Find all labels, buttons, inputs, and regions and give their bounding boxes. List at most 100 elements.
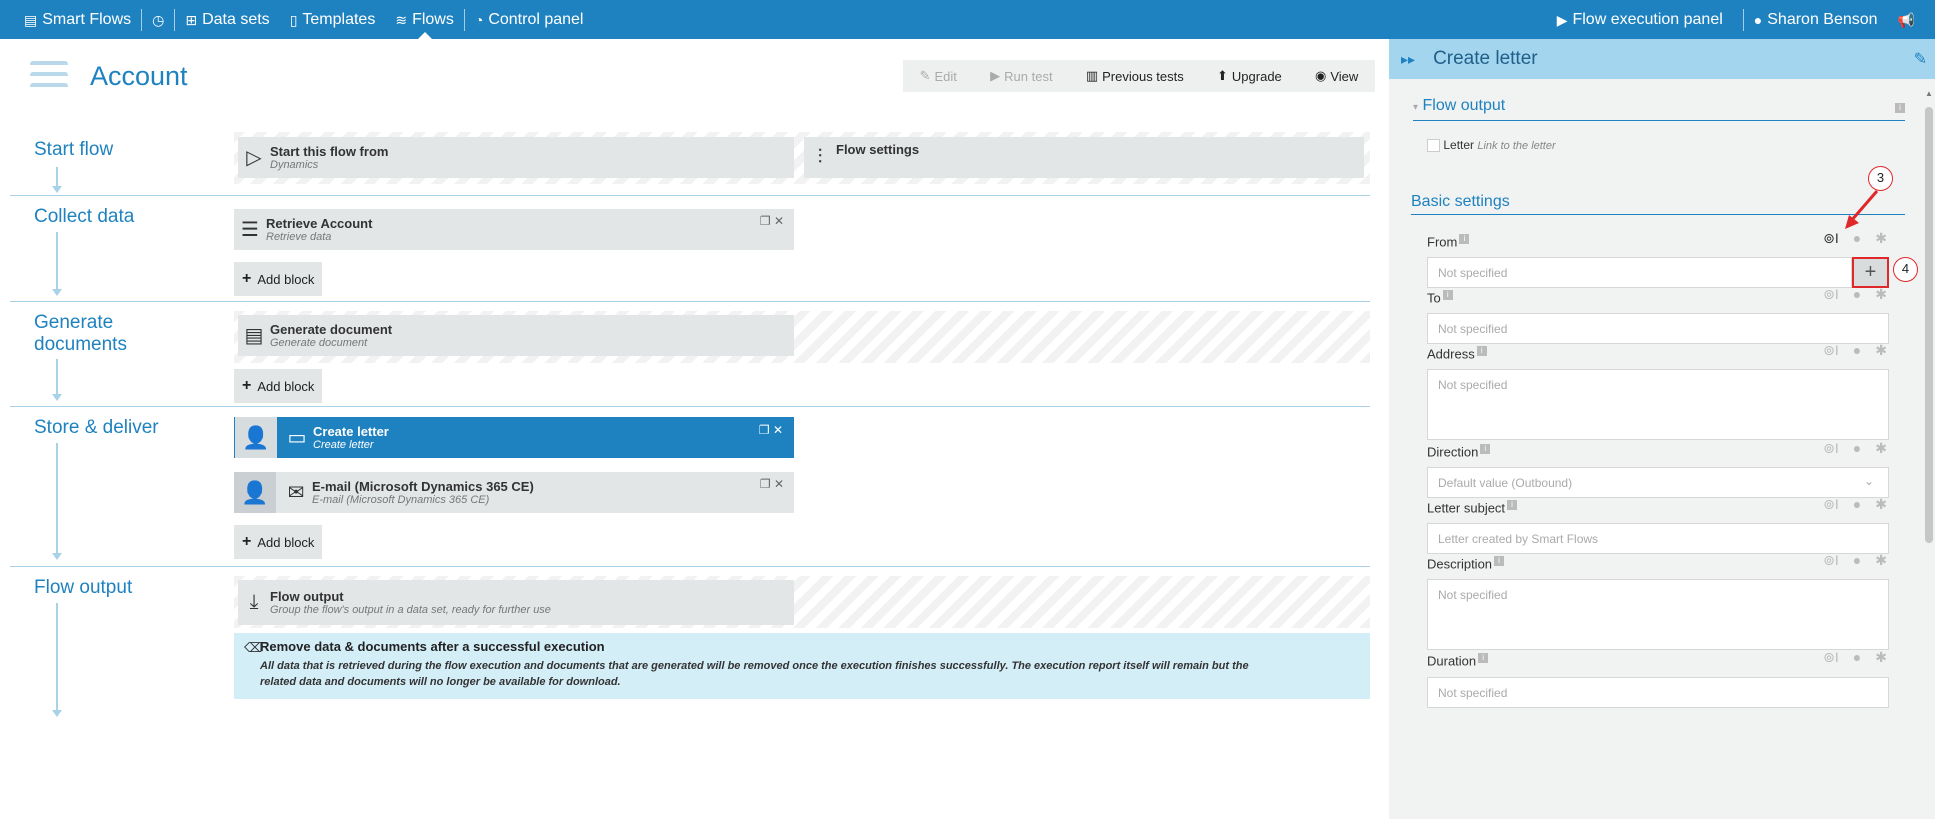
close-icon[interactable]: ✕ — [773, 423, 783, 437]
nav-history[interactable]: ◷ — [142, 0, 174, 39]
nav-flows-label: Flows — [412, 10, 454, 28]
user-icon[interactable]: ● — [1853, 496, 1861, 513]
page-header: Account — [30, 59, 188, 93]
start-flow-block[interactable]: ▷ Start this flow from Dynamics — [238, 137, 794, 178]
asterisk-icon[interactable]: ✱ — [1875, 342, 1887, 359]
add-block-button[interactable]: + Add block — [234, 369, 323, 403]
info-icon[interactable]: i — [1478, 653, 1489, 663]
retrieve-account-block[interactable]: ☰ Retrieve Account Retrieve data ❐ ✕ — [234, 209, 794, 250]
flow-settings-block[interactable]: ⫶ Flow settings — [804, 137, 1364, 178]
copy-icon[interactable]: ❐ — [759, 423, 770, 437]
nav-templates[interactable]: ▯ Templates — [280, 0, 386, 39]
nav-datasets[interactable]: ⊞ Data sets — [175, 0, 279, 39]
view-button[interactable]: ◉ View — [1315, 68, 1358, 84]
from-label: From i — [1427, 234, 1470, 250]
user-icon[interactable]: ● — [1853, 649, 1861, 666]
asterisk-icon[interactable]: ✱ — [1875, 496, 1887, 513]
description-textarea[interactable]: Not specified — [1427, 579, 1889, 650]
from-label-text: From — [1427, 234, 1458, 250]
from-input[interactable]: Not specified — [1427, 257, 1852, 288]
user-icon: ● — [1753, 11, 1763, 28]
nav-flows[interactable]: ≋ Flows — [385, 0, 464, 39]
close-icon[interactable]: ✕ — [774, 477, 784, 491]
edit-name-icon[interactable]: ✎ — [1914, 49, 1927, 69]
copy-icon[interactable]: ❐ — [760, 214, 771, 228]
user-icon[interactable]: ● — [1853, 286, 1861, 303]
add-block-label: Add block — [257, 534, 315, 550]
scroll-up-icon[interactable]: ▲ — [1925, 89, 1933, 98]
to-input[interactable]: Not specified — [1427, 313, 1889, 344]
link-text-icon[interactable]: ⊚I — [1823, 230, 1839, 247]
add-value-button[interactable]: + — [1852, 257, 1889, 288]
direction-label: Direction i — [1427, 444, 1491, 460]
direction-select[interactable]: Default value (Outbound) — [1427, 467, 1889, 498]
nav-user[interactable]: ● Sharon Benson — [1744, 0, 1888, 39]
flow-output-heading[interactable]: ▾ Flow output i — [1413, 97, 1905, 121]
info-icon[interactable]: i — [1476, 346, 1487, 356]
generate-document-block[interactable]: ▤ Generate document Generate document — [238, 315, 794, 356]
section-label: Generate documents — [34, 312, 127, 355]
flow-arrow — [52, 394, 62, 401]
direction-label-text: Direction — [1427, 444, 1479, 460]
nav-brand[interactable]: ▤ Smart Flows — [0, 0, 141, 39]
info-icon[interactable]: i — [1895, 103, 1905, 113]
upgrade-button[interactable]: ⬆ Upgrade — [1217, 68, 1282, 84]
address-label-text: Address — [1427, 346, 1475, 362]
asterisk-icon[interactable]: ✱ — [1875, 440, 1887, 457]
nav-flow-execution-panel[interactable]: ▶ Flow execution panel — [1547, 0, 1743, 39]
asterisk-icon[interactable]: ✱ — [1875, 649, 1887, 666]
email-dynamics-block[interactable]: 👤 ✉ E-mail (Microsoft Dynamics 365 CE) E… — [234, 472, 794, 513]
create-letter-block[interactable]: 👤 ▭ Create letter Create letter ❐ ✕ — [234, 417, 794, 458]
block-text: Retrieve Account Retrieve data — [266, 216, 372, 243]
database-icon: ☰ — [241, 219, 259, 241]
collapse-panel-icon[interactable]: ▸▸ — [1401, 51, 1415, 68]
duration-label-text: Duration — [1427, 653, 1477, 669]
to-field-tools: ⊚I ● ✱ — [1823, 286, 1887, 303]
letter-checkbox[interactable] — [1427, 139, 1440, 153]
user-icon[interactable]: ● — [1853, 552, 1861, 569]
close-icon[interactable]: ✕ — [774, 214, 784, 228]
add-block-label: Add block — [257, 378, 315, 394]
info-icon[interactable]: i — [1494, 556, 1505, 566]
nav-announcements[interactable]: 📢 — [1888, 0, 1935, 39]
section-label: Store & deliver — [34, 417, 159, 438]
address-label: Address i — [1427, 346, 1487, 361]
user-icon[interactable]: ● — [1853, 342, 1861, 359]
pencil-icon: ✎ — [919, 68, 931, 83]
edit-button[interactable]: ✎ Edit — [920, 68, 957, 84]
duration-input[interactable]: Not specified — [1427, 677, 1889, 708]
link-text-icon[interactable]: ⊚I — [1823, 342, 1839, 359]
run-test-button[interactable]: ▶ Run test — [990, 68, 1052, 84]
info-icon[interactable]: i — [1507, 500, 1518, 510]
address-textarea[interactable]: Not specified — [1427, 369, 1889, 440]
info-icon[interactable]: i — [1480, 444, 1491, 454]
add-block-button[interactable]: + Add block — [234, 262, 323, 296]
copy-icon[interactable]: ❐ — [760, 477, 771, 491]
link-text-icon[interactable]: ⊚I — [1823, 496, 1839, 513]
sliders-icon: ⫶ — [817, 146, 823, 168]
scrollbar-thumb[interactable] — [1925, 107, 1933, 543]
panel-scrollbar[interactable]: ▲ — [1924, 89, 1933, 739]
nav-control-panel[interactable]: ◔ Control panel — [465, 0, 594, 39]
notice-title: Remove data & documents after a successf… — [260, 639, 605, 654]
user-icon[interactable]: ● — [1853, 440, 1861, 457]
previous-tests-button[interactable]: ▥ Previous tests — [1086, 68, 1184, 84]
description-label-text: Description — [1427, 556, 1493, 572]
direction-field-tools: ⊚I ● ✱ — [1823, 440, 1887, 457]
duration-value: Not specified — [1438, 686, 1508, 700]
add-block-button[interactable]: + Add block — [234, 525, 323, 559]
basic-settings-heading: Basic settings — [1411, 193, 1905, 215]
letter-subject-input[interactable]: Letter created by Smart Flows — [1427, 523, 1889, 554]
info-icon[interactable]: i — [1459, 234, 1470, 244]
block-text: E-mail (Microsoft Dynamics 365 CE) E-mai… — [312, 479, 534, 506]
flow-connector — [56, 359, 58, 395]
flow-output-block[interactable]: ⤓ Flow output Group the flow's output in… — [238, 580, 794, 625]
link-text-icon[interactable]: ⊚I — [1823, 649, 1839, 666]
annotation-callout-4: 4 — [1893, 257, 1918, 282]
link-text-icon[interactable]: ⊚I — [1823, 552, 1839, 569]
info-icon[interactable]: i — [1442, 290, 1453, 300]
asterisk-icon[interactable]: ✱ — [1875, 552, 1887, 569]
asterisk-icon[interactable]: ✱ — [1875, 286, 1887, 303]
link-text-icon[interactable]: ⊚I — [1823, 286, 1839, 303]
link-text-icon[interactable]: ⊚I — [1823, 440, 1839, 457]
